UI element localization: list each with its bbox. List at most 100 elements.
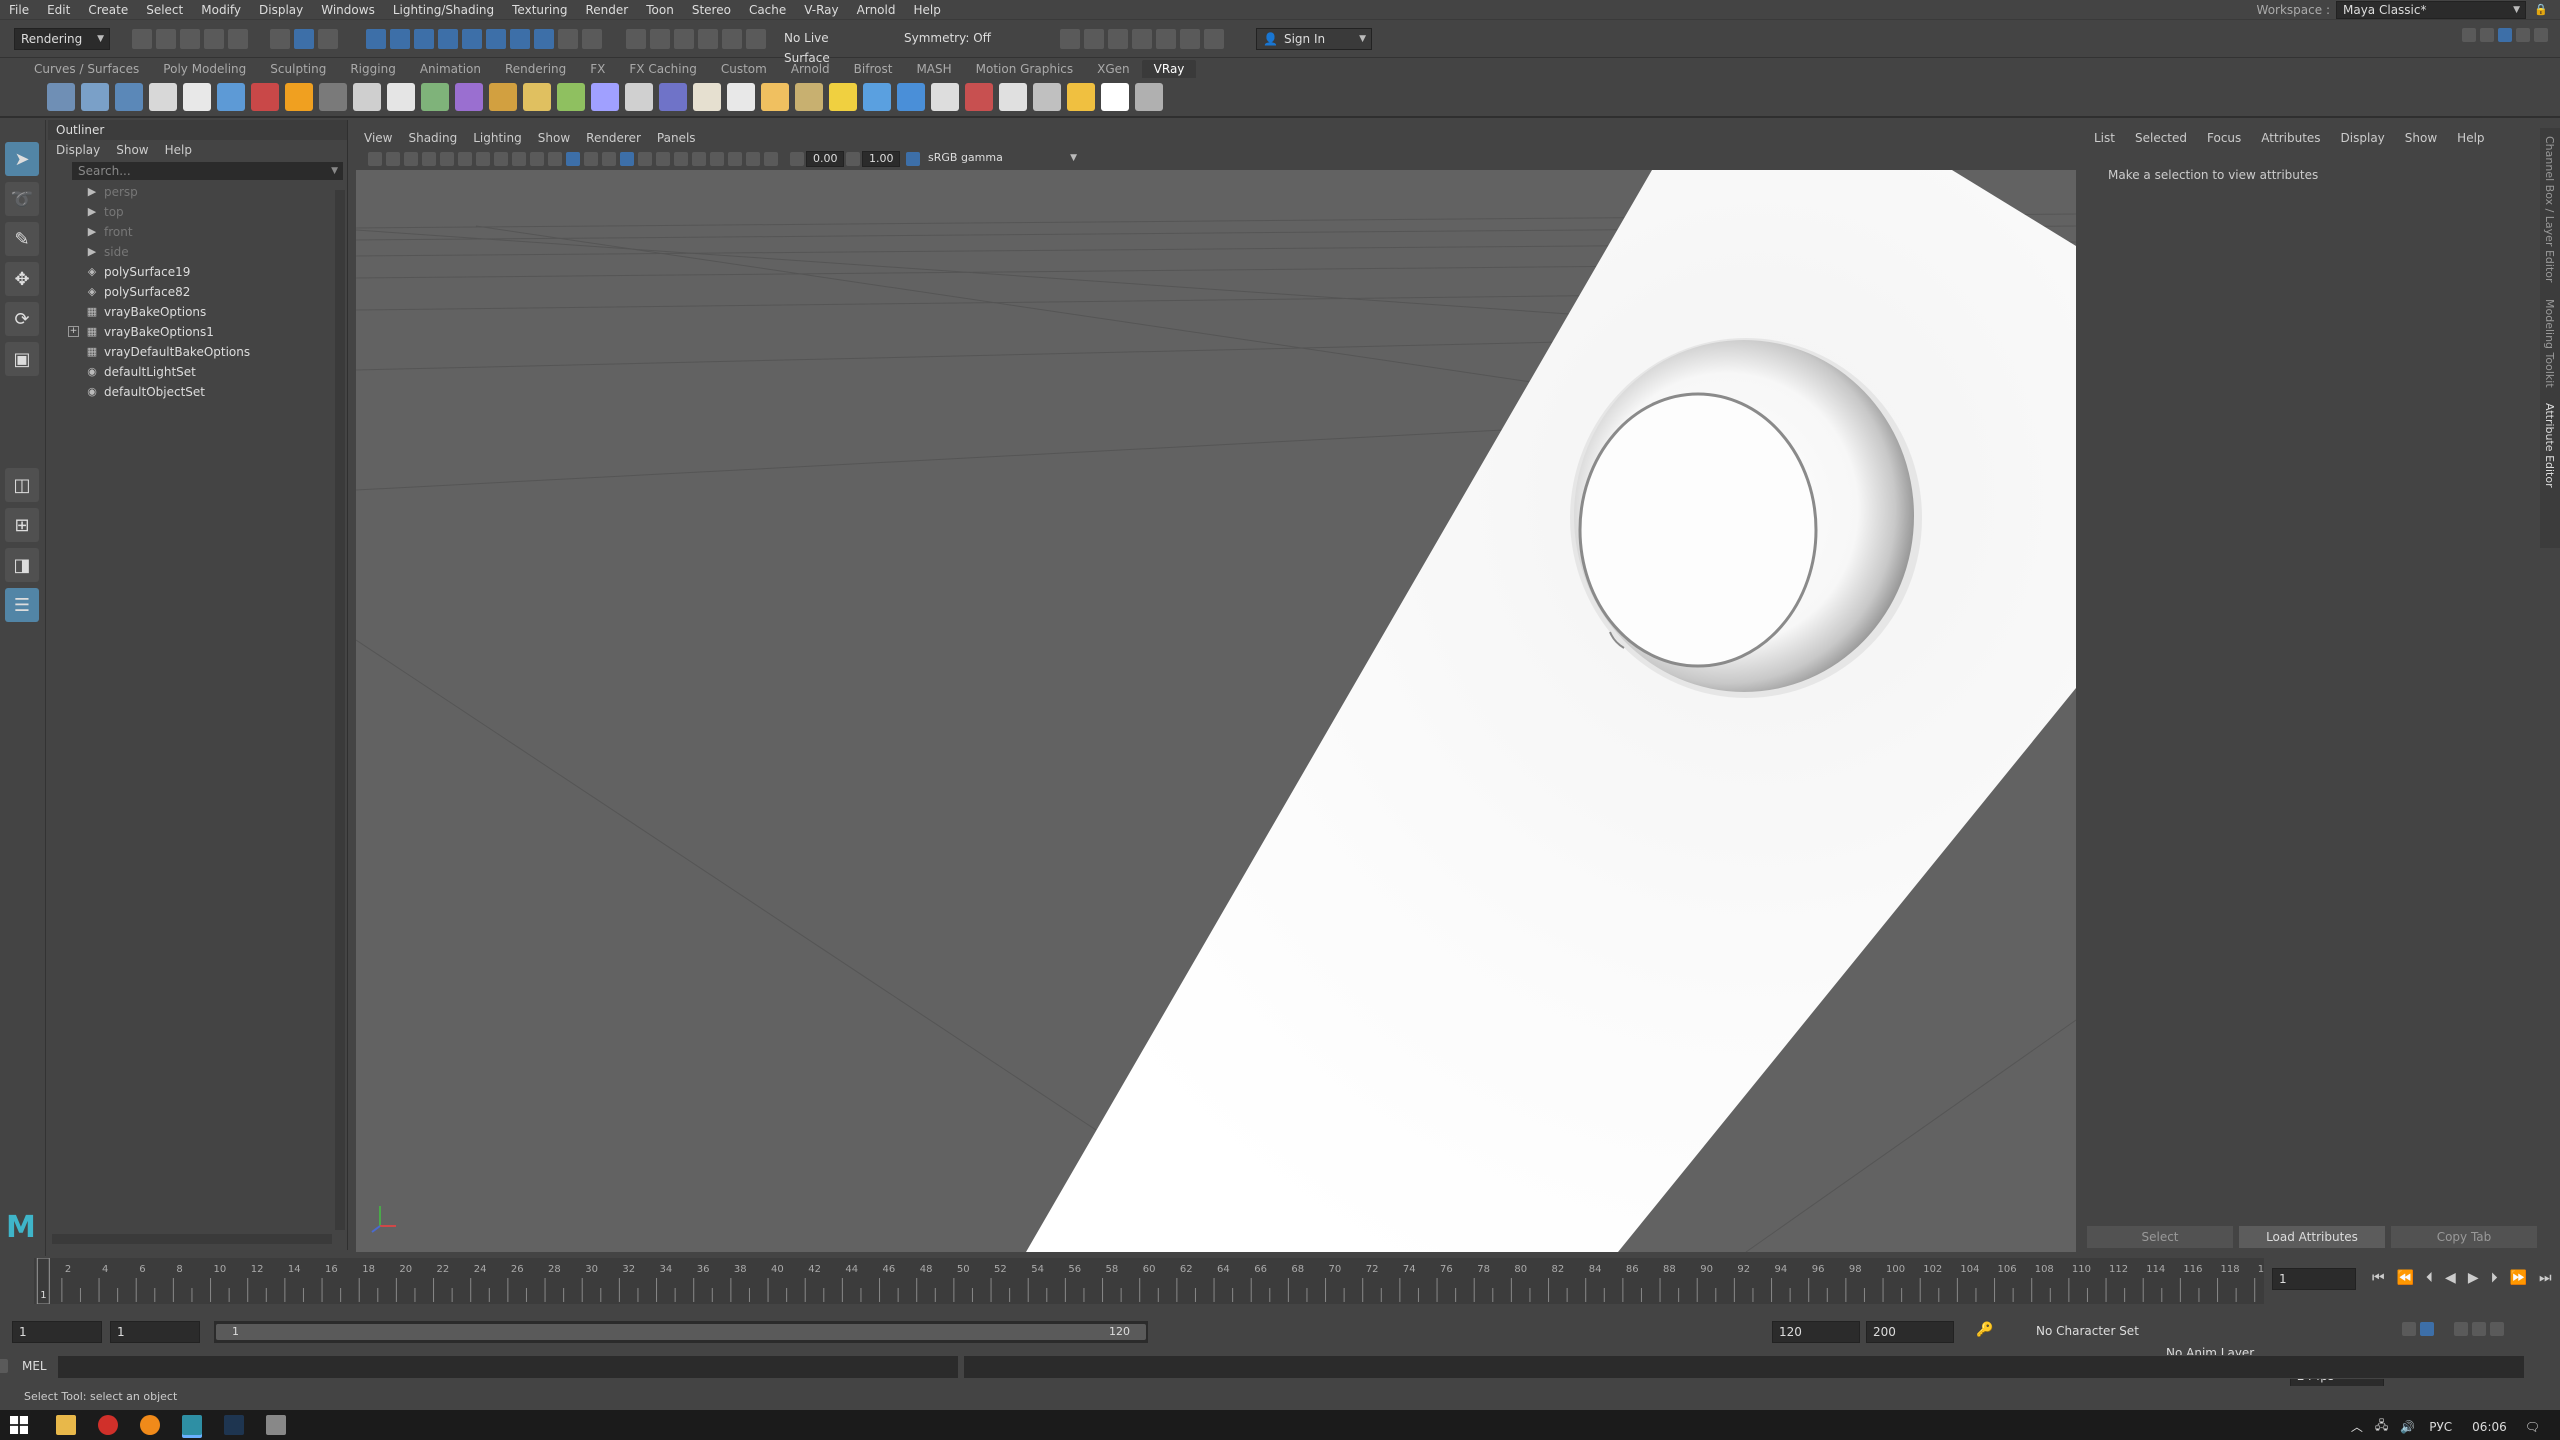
shelf-tool-15-icon[interactable] (523, 83, 551, 111)
clock[interactable]: 06:06 (2472, 1420, 2507, 1434)
textured-icon[interactable] (602, 152, 616, 166)
outliner-item[interactable]: ◈ polySurface82 (48, 282, 347, 302)
windows-start-icon[interactable] (10, 1416, 28, 1434)
shelf-tool-32-icon[interactable] (1101, 83, 1129, 111)
viewport-menu-panels[interactable]: Panels (649, 128, 704, 148)
select-button[interactable]: Select (2087, 1226, 2233, 1248)
shelf-tool-3-icon[interactable] (115, 83, 143, 111)
resolution-gate-icon[interactable] (476, 152, 490, 166)
step-forward-key-icon[interactable]: ⏩ (2510, 1270, 2527, 1286)
shelf-tool-13-icon[interactable] (455, 83, 483, 111)
mask-vertex-icon[interactable] (366, 28, 386, 49)
menu-item-lighting-shading[interactable]: Lighting/Shading (384, 0, 503, 20)
shelf-tool-12-icon[interactable] (421, 83, 449, 111)
pause-icon[interactable] (1204, 28, 1224, 49)
shelf-tool-10-icon[interactable] (353, 83, 381, 111)
menu-item-help[interactable]: Help (904, 0, 949, 20)
shelf-tool-31-icon[interactable] (1067, 83, 1095, 111)
viewport-scene[interactable] (356, 170, 2076, 1252)
shelf-tool-7-icon[interactable] (251, 83, 279, 111)
shelf-tab-sculpting[interactable]: Sculpting (258, 60, 338, 78)
shelf-tab-vray[interactable]: VRay (1141, 60, 1197, 78)
outliner-item[interactable]: + ▦ vrayBakeOptions1 (48, 322, 347, 342)
character-set-dropdown[interactable]: No Character Set (2030, 1321, 2154, 1343)
current-frame-field[interactable]: 1 (2272, 1268, 2356, 1290)
shelf-tool-23-icon[interactable] (795, 83, 823, 111)
screen-space-ao-icon[interactable] (656, 152, 670, 166)
attribute-menu-list[interactable]: List (2084, 128, 2125, 148)
menu-item-cache[interactable]: Cache (740, 0, 795, 20)
color-space-dropdown[interactable]: sRGB gamma ▼ (922, 151, 1082, 167)
shelf-tool-2-icon[interactable] (81, 83, 109, 111)
sound-icon[interactable] (2454, 1322, 2468, 1336)
mask-uv-icon[interactable] (438, 28, 458, 49)
menu-item-render[interactable]: Render (577, 0, 638, 20)
shelf-tab-bifrost[interactable]: Bifrost (842, 60, 905, 78)
maya-taskbar-icon[interactable] (182, 1415, 202, 1435)
hypershade-icon[interactable] (1180, 28, 1200, 49)
shelf-tab-xgen[interactable]: XGen (1085, 60, 1142, 78)
attribute-menu-display[interactable]: Display (2331, 128, 2395, 148)
outliner-item[interactable]: ▶ top (48, 202, 347, 222)
shelf-tab-rigging[interactable]: Rigging (338, 60, 407, 78)
viewport-menu-lighting[interactable]: Lighting (465, 128, 530, 148)
menu-item-arnold[interactable]: Arnold (848, 0, 905, 20)
settings-icon[interactable] (2534, 28, 2548, 42)
viewport-menu-show[interactable]: Show (530, 128, 578, 148)
menu-item-create[interactable]: Create (79, 0, 137, 20)
outliner-vertical-scrollbar[interactable] (335, 190, 345, 1230)
attribute-menu-show[interactable]: Show (2395, 128, 2447, 148)
menu-item-display[interactable]: Display (250, 0, 312, 20)
command-input[interactable] (58, 1356, 958, 1378)
menu-item-modify[interactable]: Modify (192, 0, 250, 20)
lock-selection-icon[interactable] (558, 28, 578, 49)
shelf-tool-17-icon[interactable] (591, 83, 619, 111)
select-component-icon[interactable] (318, 28, 338, 49)
load-attributes-button[interactable]: Load Attributes (2239, 1226, 2385, 1248)
network-icon[interactable]: 🖧 (2375, 1416, 2388, 1437)
volume-icon[interactable]: 🔊 (2400, 1420, 2415, 1434)
shelf-tool-21-icon[interactable] (727, 83, 755, 111)
menu-item-v-ray[interactable]: V-Ray (795, 0, 847, 20)
shadows-icon[interactable] (638, 152, 652, 166)
attribute-menu-selected[interactable]: Selected (2125, 128, 2197, 148)
undo-icon[interactable] (204, 28, 224, 49)
menu-item-edit[interactable]: Edit (38, 0, 79, 20)
shelf-tab-mash[interactable]: MASH (904, 60, 963, 78)
new-scene-icon[interactable] (132, 28, 152, 49)
attribute-menu-help[interactable]: Help (2447, 128, 2494, 148)
render-current-icon[interactable] (1108, 28, 1128, 49)
shelf-tool-1-icon[interactable] (47, 83, 75, 111)
expand-icon[interactable]: + (68, 326, 79, 337)
notifications-icon[interactable]: 🗨 (2525, 1420, 2540, 1434)
shelf-tab-rendering[interactable]: Rendering (493, 60, 578, 78)
gamma-field[interactable]: 1.00 (862, 151, 900, 167)
mask-surface-icon[interactable] (486, 28, 506, 49)
file-explorer-icon[interactable] (56, 1415, 76, 1435)
wireframe-icon[interactable] (548, 152, 562, 166)
step-back-key-icon[interactable]: ⏪ (2397, 1270, 2414, 1286)
move-tool-icon[interactable]: ✥ (5, 262, 39, 296)
anti-aliasing-icon[interactable] (692, 152, 706, 166)
shelf-tool-27-icon[interactable] (931, 83, 959, 111)
time-ruler[interactable]: 2 4 6 8 10 12 14 16 18 20 22 24 26 28 30 32 34 36 38 40 42 44… (34, 1257, 2277, 1305)
photoshop-icon[interactable] (224, 1415, 244, 1435)
toggle-toolsettings-icon[interactable] (2516, 28, 2530, 42)
script-editor-icon[interactable] (0, 1359, 8, 1373)
xray-icon[interactable] (746, 152, 760, 166)
shelf-tab-custom[interactable]: Custom (709, 60, 779, 78)
range-slider-bar[interactable]: 1 120 (216, 1324, 1146, 1340)
use-lights-icon[interactable] (620, 152, 634, 166)
outliner-menu-show[interactable]: Show (108, 140, 156, 160)
safe-action-icon[interactable] (530, 152, 544, 166)
toggle-attribute-icon[interactable] (2498, 28, 2512, 42)
tray-chevron-icon[interactable]: ︿ (2351, 1418, 2363, 1435)
mask-face-icon[interactable] (414, 28, 434, 49)
shelf-tool-19-icon[interactable] (659, 83, 687, 111)
side-tab-channel-box-layer-editor[interactable]: Channel Box / Layer Editor (2540, 128, 2556, 291)
outliner-item[interactable]: ▶ front (48, 222, 347, 242)
opera-browser-icon[interactable] (98, 1415, 118, 1435)
shelf-tab-fx[interactable]: FX (578, 60, 617, 78)
script-language-label[interactable]: MEL (22, 1359, 47, 1373)
shelf-tool-25-icon[interactable] (863, 83, 891, 111)
